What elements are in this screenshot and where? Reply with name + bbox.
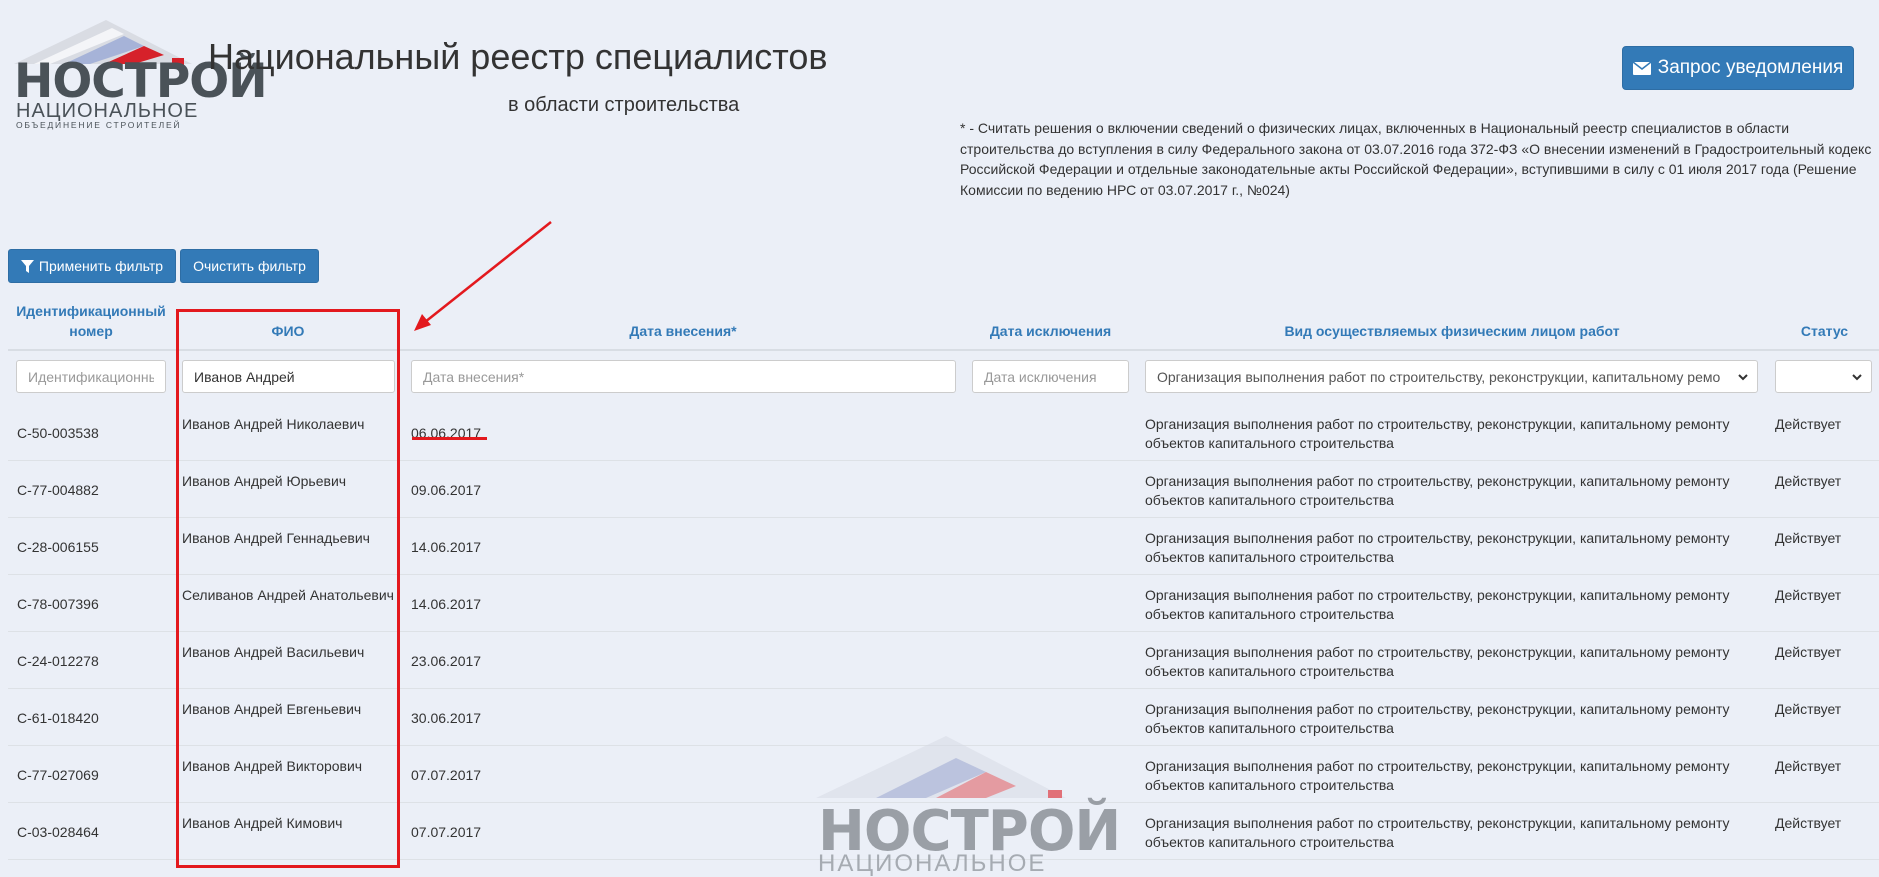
header-divider	[8, 349, 1879, 351]
cell-fio: Иванов Андрей Юрьевич	[182, 473, 347, 489]
clear-filter-label: Очистить фильтр	[193, 258, 306, 274]
column-header-date-out[interactable]: Дата исключения	[963, 321, 1138, 341]
cell-work: Организация выполнения работ по строител…	[1145, 701, 1730, 736]
cell-work: Организация выполнения работ по строител…	[1145, 530, 1730, 565]
page-title: Национальный реестр специалистов	[208, 36, 828, 77]
column-header-id[interactable]: Идентификационный номер	[8, 301, 174, 341]
cell-fio: Иванов Андрей Евгеньевич	[182, 701, 362, 717]
work-type-selected: Организация выполнения работ по строител…	[1157, 368, 1720, 385]
cell-date: 14.06.2017	[411, 596, 482, 612]
cell-work: Организация выполнения работ по строител…	[1145, 587, 1730, 622]
table-row[interactable]: С-77-027069 Иванов Андрей Викторович 07.…	[8, 745, 1879, 803]
cell-status: Действует	[1775, 416, 1842, 432]
apply-filter-button[interactable]: Применить фильтр	[8, 249, 176, 283]
cell-work: Организация выполнения работ по строител…	[1145, 644, 1730, 679]
cell-date: 23.06.2017	[411, 653, 482, 669]
logo-tagline: ОБЪЕДИНЕНИЕ СТРОИТЕЛЕЙ	[16, 120, 182, 130]
envelope-icon	[1632, 61, 1651, 75]
cell-status: Действует	[1775, 587, 1842, 603]
column-header-id-line1: Идентификационный	[16, 303, 166, 319]
cell-fio: Иванов Андрей Викторович	[182, 758, 363, 774]
column-header-id-line2: номер	[69, 323, 113, 339]
cell-fio: Иванов Андрей Васильевич	[182, 644, 365, 660]
cell-id: С-28-006155	[17, 539, 99, 555]
filter-icon	[20, 259, 34, 273]
table-row[interactable]: С-28-006155 Иванов Андрей Геннадьевич 14…	[8, 517, 1879, 575]
date-out-filter-input[interactable]	[972, 360, 1129, 393]
column-header-status[interactable]: Статус	[1770, 321, 1879, 341]
annotation-arrow-icon	[414, 221, 552, 331]
table-row[interactable]: С-61-018420 Иванов Андрей Евгеньевич 30.…	[8, 688, 1879, 746]
table-row[interactable]: С-77-004882 Иванов Андрей Юрьевич 09.06.…	[8, 460, 1879, 518]
cell-work: Организация выполнения работ по строител…	[1145, 416, 1730, 451]
cell-id: С-77-004882	[17, 482, 99, 498]
table-row[interactable]: С-78-007396 Селиванов Андрей Анатольевич…	[8, 574, 1879, 632]
fio-filter-input[interactable]	[182, 360, 395, 393]
cell-fio: Иванов Андрей Геннадьевич	[182, 530, 370, 546]
cell-work: Организация выполнения работ по строител…	[1145, 758, 1730, 793]
table-row[interactable]: С-50-003538 Иванов Андрей Николаевич 06.…	[8, 403, 1879, 461]
cell-work: Организация выполнения работ по строител…	[1145, 815, 1730, 850]
table-row[interactable]: С-24-012278 Иванов Андрей Васильевич 23.…	[8, 631, 1879, 689]
cell-id: С-50-003538	[17, 425, 99, 441]
status-select[interactable]	[1775, 360, 1872, 393]
legal-note: * - Считать решения о включении сведений…	[960, 120, 1872, 198]
date-in-filter-input[interactable]	[411, 360, 956, 393]
cell-id: С-61-018420	[17, 710, 99, 726]
chevron-down-icon	[1852, 374, 1862, 381]
cell-date: 14.06.2017	[411, 539, 482, 555]
id-filter-input[interactable]	[16, 360, 166, 393]
cell-status: Действует	[1775, 473, 1842, 489]
cell-status: Действует	[1775, 701, 1842, 717]
cell-id: С-24-012278	[17, 653, 99, 669]
cell-work: Организация выполнения работ по строител…	[1145, 473, 1730, 508]
apply-filter-label: Применить фильтр	[38, 258, 164, 274]
cell-date: 09.06.2017	[411, 482, 482, 498]
request-notification-label: Запрос уведомления	[1657, 57, 1844, 78]
page-subtitle: в области строительства	[508, 94, 740, 116]
cell-date: 30.06.2017	[411, 710, 482, 726]
work-type-select[interactable]: Организация выполнения работ по строител…	[1145, 360, 1758, 393]
chevron-down-icon	[1738, 374, 1748, 381]
cell-date: 07.07.2017	[411, 824, 482, 840]
cell-status: Действует	[1775, 758, 1842, 774]
cell-id: С-77-027069	[17, 767, 99, 783]
cell-fio: Иванов Андрей Кимович	[182, 815, 343, 831]
column-header-work[interactable]: Вид осуществляемых физическим лицом рабо…	[1142, 321, 1762, 341]
request-notification-button[interactable]: Запрос уведомления	[1622, 46, 1854, 90]
cell-date: 07.07.2017	[411, 767, 482, 783]
cell-fio: Селиванов Андрей Анатольевич	[182, 587, 394, 603]
cell-fio: Иванов Андрей Николаевич	[182, 416, 365, 432]
nostroy-logo[interactable]: НОСТРОЙ НАЦИОНАЛЬНОЕ ОБЪЕДИНЕНИЕ СТРОИТЕ…	[14, 18, 268, 130]
cell-status: Действует	[1775, 644, 1842, 660]
cell-id: С-78-007396	[17, 596, 99, 612]
cell-id: С-03-028464	[17, 824, 99, 840]
date-underline	[412, 437, 487, 440]
cell-status: Действует	[1775, 815, 1842, 831]
table-row[interactable]: С-03-028464 Иванов Андрей Кимович 07.07.…	[8, 802, 1879, 860]
column-header-fio[interactable]: ФИО	[176, 321, 400, 341]
logo-subtitle: НАЦИОНАЛЬНОЕ	[16, 100, 199, 122]
cell-status: Действует	[1775, 530, 1842, 546]
clear-filter-button[interactable]: Очистить фильтр	[180, 249, 319, 283]
cell-date: 06.06.2017	[411, 425, 482, 441]
